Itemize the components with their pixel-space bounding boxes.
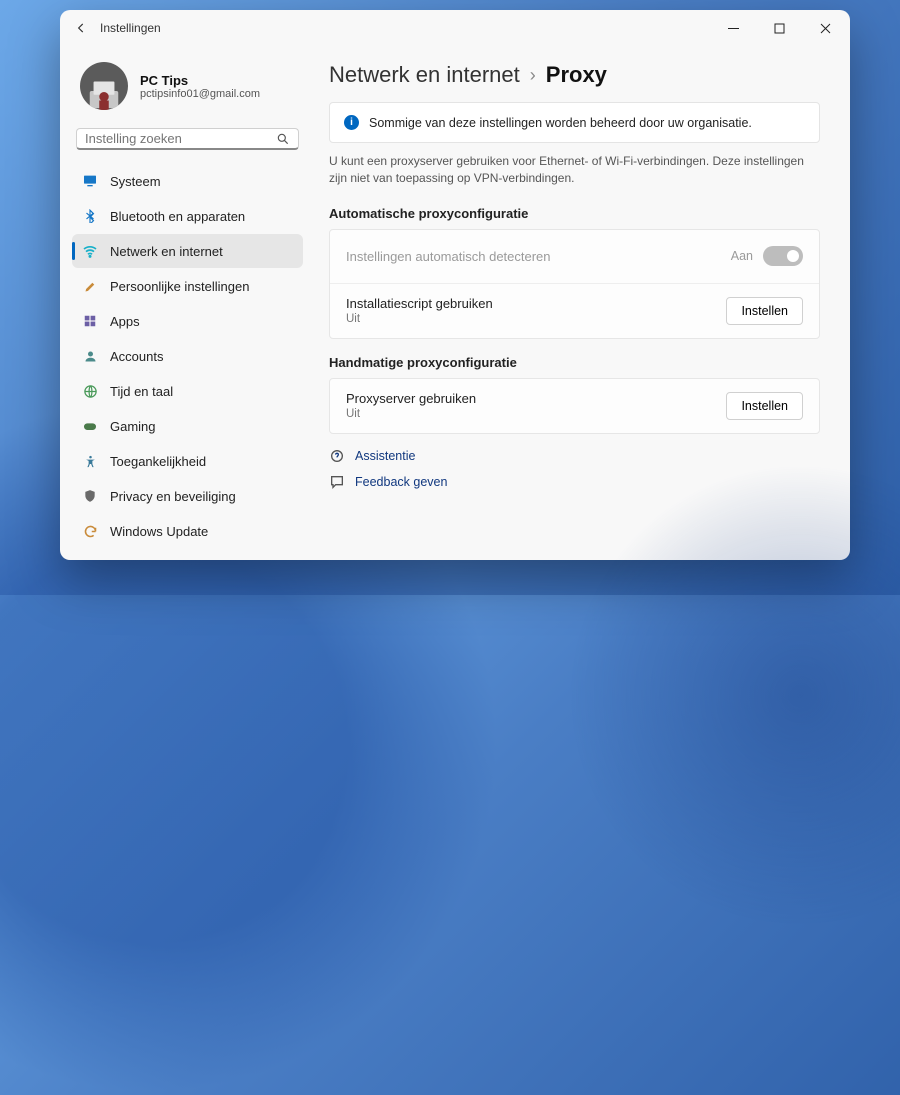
section-title-manual: Handmatige proxyconfiguratie xyxy=(329,355,820,370)
gaming-icon xyxy=(82,418,98,434)
sidebar-item-bluetooth[interactable]: Bluetooth en apparaten xyxy=(72,199,303,233)
close-button[interactable] xyxy=(802,10,848,46)
info-icon: i xyxy=(344,115,359,130)
sidebar-item-label: Systeem xyxy=(110,174,161,189)
back-button[interactable] xyxy=(62,10,100,46)
org-managed-banner: i Sommige van deze instellingen worden b… xyxy=(329,102,820,143)
proxy-server-row: Proxyserver gebruiken Uit Instellen xyxy=(330,379,819,433)
search-icon xyxy=(276,132,290,146)
chevron-right-icon: › xyxy=(530,65,536,86)
sidebar-item-label: Persoonlijke instellingen xyxy=(110,279,249,294)
auto-detect-toggle xyxy=(763,246,803,266)
sidebar-item-label: Privacy en beveiliging xyxy=(110,489,236,504)
maximize-button[interactable] xyxy=(756,10,802,46)
section-title-auto: Automatische proxyconfiguratie xyxy=(329,206,820,221)
sidebar-item-time-language[interactable]: Tijd en taal xyxy=(72,374,303,408)
breadcrumb: Netwerk en internet › Proxy xyxy=(329,62,820,88)
auto-detect-row: Instellingen automatisch detecteren Aan xyxy=(330,230,819,284)
sidebar-item-label: Accounts xyxy=(110,349,163,364)
setup-script-row: Installatiescript gebruiken Uit Instelle… xyxy=(330,284,819,338)
setup-script-sub: Uit xyxy=(346,313,726,325)
page-description: U kunt een proxyserver gebruiken voor Et… xyxy=(329,153,820,188)
nav-list: Systeem Bluetooth en apparaten Netwerk e… xyxy=(72,164,303,548)
sidebar-item-personalization[interactable]: Persoonlijke instellingen xyxy=(72,269,303,303)
sidebar-item-gaming[interactable]: Gaming xyxy=(72,409,303,443)
user-profile[interactable]: PC Tips pctipsinfo01@gmail.com xyxy=(72,46,303,120)
setup-script-label: Installatiescript gebruiken xyxy=(346,296,726,311)
toggle-state-label: Aan xyxy=(731,249,753,263)
accounts-icon xyxy=(82,348,98,364)
update-icon xyxy=(82,523,98,539)
sidebar-item-accessibility[interactable]: Toegankelijkheid xyxy=(72,444,303,478)
globe-icon xyxy=(82,383,98,399)
footer-links: Assistentie Feedback geven xyxy=(329,448,820,490)
feedback-icon xyxy=(329,474,345,490)
sidebar-item-windows-update[interactable]: Windows Update xyxy=(72,514,303,548)
minimize-button[interactable] xyxy=(710,10,756,46)
help-icon xyxy=(329,448,345,464)
search-input[interactable] xyxy=(85,131,276,146)
window-controls xyxy=(710,10,848,46)
sidebar-item-label: Toegankelijkheid xyxy=(110,454,206,469)
brush-icon xyxy=(82,278,98,294)
feedback-label: Feedback geven xyxy=(355,475,447,489)
content-pane: Netwerk en internet › Proxy i Sommige va… xyxy=(315,46,850,560)
sidebar-item-apps[interactable]: Apps xyxy=(72,304,303,338)
sidebar-item-system[interactable]: Systeem xyxy=(72,164,303,198)
profile-email: pctipsinfo01@gmail.com xyxy=(140,88,260,100)
sidebar-item-label: Apps xyxy=(110,314,140,329)
auto-detect-label: Instellingen automatisch detecteren xyxy=(346,249,731,264)
sidebar-item-network[interactable]: Netwerk en internet xyxy=(72,234,303,268)
sidebar: PC Tips pctipsinfo01@gmail.com Systeem B… xyxy=(60,46,315,560)
apps-icon xyxy=(82,313,98,329)
proxy-server-sub: Uit xyxy=(346,408,726,420)
sidebar-item-accounts[interactable]: Accounts xyxy=(72,339,303,373)
window-title: Instellingen xyxy=(100,21,161,35)
setup-script-button[interactable]: Instellen xyxy=(726,297,803,325)
sidebar-item-label: Tijd en taal xyxy=(110,384,173,399)
help-label: Assistentie xyxy=(355,449,415,463)
sidebar-item-privacy[interactable]: Privacy en beveiliging xyxy=(72,479,303,513)
banner-text: Sommige van deze instellingen worden beh… xyxy=(369,116,752,130)
breadcrumb-parent[interactable]: Netwerk en internet xyxy=(329,62,520,88)
avatar xyxy=(80,62,128,110)
system-icon xyxy=(82,173,98,189)
search-box[interactable] xyxy=(76,128,299,150)
sidebar-item-label: Bluetooth en apparaten xyxy=(110,209,245,224)
accessibility-icon xyxy=(82,453,98,469)
proxy-server-button[interactable]: Instellen xyxy=(726,392,803,420)
settings-window: Instellingen PC Tips pctipsinfo01@gmail.… xyxy=(60,10,850,560)
titlebar: Instellingen xyxy=(60,10,850,46)
bluetooth-icon xyxy=(82,208,98,224)
sidebar-item-label: Netwerk en internet xyxy=(110,244,223,259)
sidebar-item-label: Windows Update xyxy=(110,524,208,539)
manual-proxy-card: Proxyserver gebruiken Uit Instellen xyxy=(329,378,820,434)
auto-proxy-card: Instellingen automatisch detecteren Aan … xyxy=(329,229,820,339)
proxy-server-label: Proxyserver gebruiken xyxy=(346,391,726,406)
shield-icon xyxy=(82,488,98,504)
feedback-link[interactable]: Feedback geven xyxy=(329,474,820,490)
help-link[interactable]: Assistentie xyxy=(329,448,820,464)
profile-name: PC Tips xyxy=(140,73,260,88)
sidebar-item-label: Gaming xyxy=(110,419,156,434)
network-icon xyxy=(82,243,98,259)
page-title: Proxy xyxy=(546,62,607,88)
